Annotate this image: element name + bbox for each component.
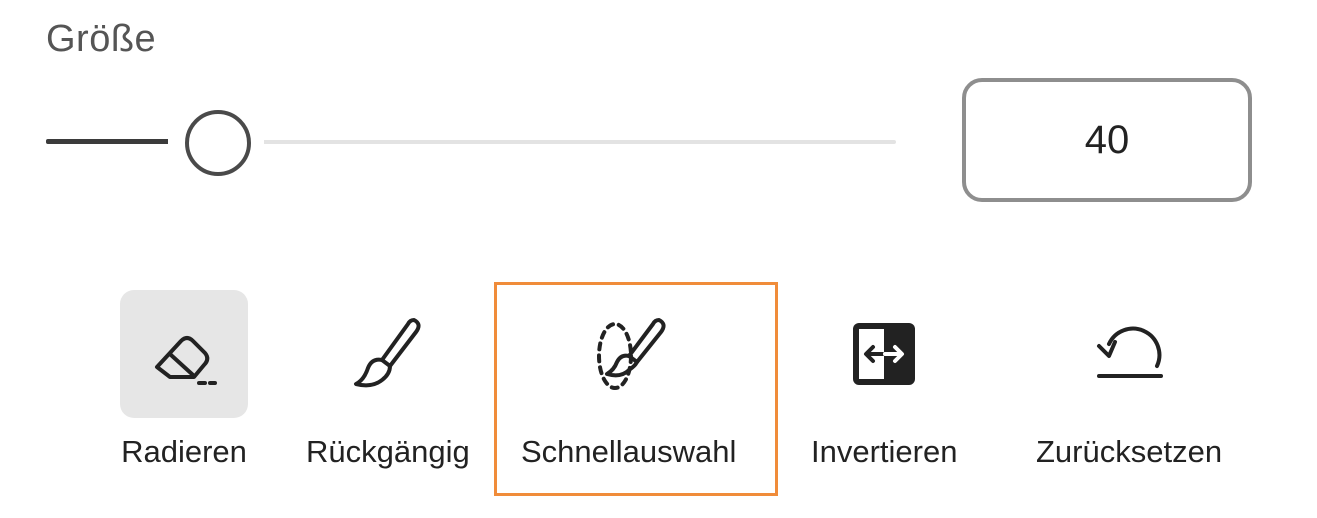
tool-label: Radieren (121, 434, 247, 469)
selection-highlight (494, 282, 778, 496)
tool-icon-container (120, 290, 248, 418)
tool-zuruecksetzen-button[interactable]: Zurücksetzen (1036, 290, 1222, 470)
tool-icon-container (324, 290, 452, 418)
invert-icon (853, 323, 916, 385)
slider-fill (46, 139, 170, 144)
tool-label: Rückgängig (306, 434, 470, 469)
tool-label: Zurücksetzen (1036, 434, 1223, 469)
tool-rueckgaengig-button[interactable]: Rückgängig (306, 290, 470, 470)
tool-icon-container (1065, 290, 1193, 418)
tool-invertieren-button[interactable]: Invertieren (811, 290, 957, 470)
tool-label: Invertieren (811, 434, 958, 469)
slider-thumb[interactable] (185, 110, 251, 176)
size-label: Größe (46, 18, 157, 60)
tool-icon-container (820, 290, 948, 418)
eraser-icon (155, 336, 217, 385)
size-value-field[interactable]: 40 (962, 78, 1252, 202)
reset-icon (1097, 326, 1164, 378)
tool-radieren-button[interactable]: Radieren (120, 290, 248, 470)
size-slider[interactable] (46, 110, 896, 176)
brush-icon (353, 318, 421, 388)
